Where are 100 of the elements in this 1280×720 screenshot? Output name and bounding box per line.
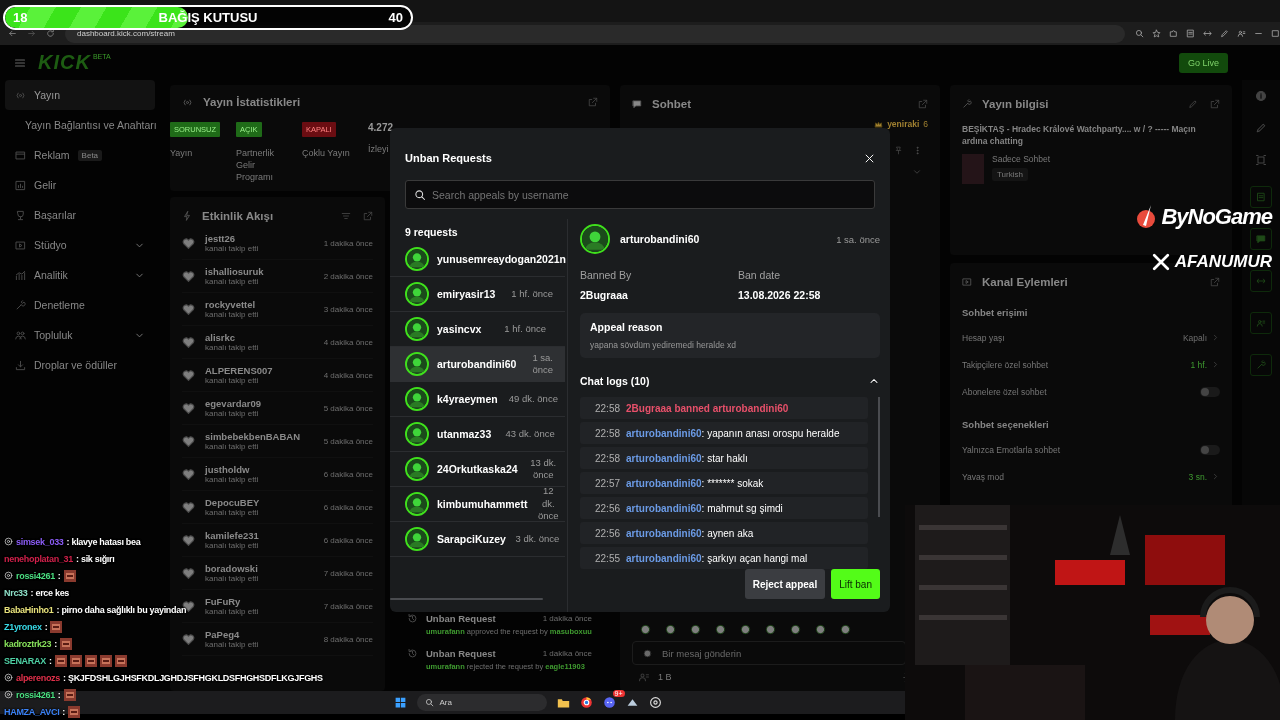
extension-icon[interactable] (1169, 29, 1178, 38)
gamepad-icon[interactable] (602, 696, 616, 709)
field-label: Ban date (738, 269, 782, 282)
emote-icon[interactable] (690, 624, 701, 635)
ban-notice: 2Bugraaa banned arturobandini60 (626, 402, 789, 414)
request-row[interactable]: emiryasir13 1 hf. önce (390, 277, 565, 312)
sidebar-subitem[interactable]: Yayın Bağlantısı ve Anahtarı (5, 110, 155, 140)
event-time: 7 dakika önce (323, 568, 373, 578)
browser-icon[interactable] (579, 696, 593, 709)
search-input[interactable]: Search appeals by username (432, 188, 866, 201)
sidebar-item[interactable]: Topluluk (5, 320, 155, 350)
event-text: kanalı takip etti (205, 640, 259, 649)
search-icon (414, 188, 426, 201)
emote-icon[interactable] (765, 624, 776, 635)
maximize-icon[interactable] (1271, 29, 1280, 38)
windows-icon[interactable] (393, 696, 407, 709)
avatar (405, 247, 429, 271)
stat-label: Çoklu Yayın (302, 146, 350, 159)
disc-icon[interactable] (648, 696, 662, 709)
sidebar-item[interactable]: Başarılar (5, 200, 155, 230)
flame-logo-icon (1136, 205, 1157, 229)
request-row[interactable]: SarapciKuzey 3 dk. önce (390, 522, 565, 557)
taskbar-search[interactable]: Ara (416, 694, 547, 711)
request-row[interactable]: kimbumuhammett 12 dk. önce (390, 487, 565, 522)
follower-name: ALPERENS007 (205, 365, 273, 376)
close-button[interactable] (864, 152, 875, 164)
emote-icon[interactable] (665, 624, 676, 635)
heart-icon (182, 434, 195, 448)
arrows-icon (1256, 276, 1266, 286)
log-time: 22:56 (595, 502, 621, 514)
sidebar-item[interactable]: Yayın (5, 80, 155, 110)
event-time: 6 dakika önce (323, 502, 373, 512)
event-time: 4 dakika önce (323, 337, 373, 347)
folder-icon[interactable] (556, 696, 570, 709)
reload-icon[interactable] (46, 29, 55, 38)
toggle-switch[interactable] (1200, 444, 1220, 455)
chat-username: kadroztrk23 (4, 638, 52, 649)
request-username: emiryasir13 (437, 288, 496, 300)
event-text: kanalı takip etti (205, 442, 260, 451)
avatar (405, 492, 429, 516)
request-row[interactable]: 24Orkutkaska24 13 dk. önce (390, 452, 565, 487)
request-username: SarapciKuzey (437, 533, 506, 545)
emote-icon[interactable] (715, 624, 726, 635)
request-row[interactable]: utanmaz33 43 dk. önce (390, 417, 565, 452)
emote-icon[interactable] (640, 624, 651, 635)
heart-icon (182, 269, 195, 283)
follower-name: egevardar09 (205, 398, 261, 409)
event-time: 8 dakika önce (323, 634, 373, 644)
emote-icon[interactable] (740, 624, 751, 635)
chat-username: alperenozs (16, 672, 61, 683)
chat-username: Z1yronex (4, 621, 42, 632)
chat-text: : (54, 638, 57, 649)
reject-button[interactable]: Reject appeal (744, 569, 826, 599)
request-row[interactable]: k4yraeymen 49 dk. önce (390, 382, 565, 417)
emote-icon[interactable] (815, 624, 826, 635)
emote-icon[interactable] (840, 624, 851, 635)
sidebar-item[interactable]: Gelir (5, 170, 155, 200)
profile-icon[interactable] (1237, 29, 1246, 38)
follower-name: FuFuRy (205, 596, 242, 607)
star-icon[interactable] (1152, 29, 1161, 38)
setting-value: Kapalı (1182, 332, 1207, 343)
request-row[interactable]: arturobandini60 1 sa. önce (390, 347, 565, 382)
studio-icon (15, 239, 26, 251)
sidebar-item[interactable]: Reklam Beta (5, 140, 155, 170)
stat-label: Yayın (170, 146, 193, 159)
follower-name: PaPeg4 (205, 629, 241, 640)
arrows-icon[interactable] (1203, 29, 1212, 38)
heart-icon (182, 236, 195, 250)
crown-icon (874, 119, 884, 129)
chat-username: Nrc33 (4, 587, 28, 598)
search-icon[interactable] (1135, 29, 1144, 38)
sidebar-item[interactable]: Stüdyo (5, 230, 155, 260)
back-icon[interactable] (8, 29, 17, 38)
chat-icon (632, 99, 642, 109)
chat-logs-title: Chat logs (10) (580, 374, 650, 387)
request-username: arturobandini60 (437, 358, 517, 370)
viewer-count: 1 B (658, 672, 672, 682)
smile-icon (643, 648, 652, 658)
document-icon[interactable] (1186, 29, 1195, 38)
toggle-switch[interactable] (1200, 386, 1220, 397)
sidebar-item[interactable]: Analitik (5, 260, 155, 290)
pencil-icon[interactable] (1220, 29, 1229, 38)
go-live-button[interactable]: Go Live (1178, 52, 1228, 73)
request-row[interactable]: yunusemreaydogan2021n (390, 242, 565, 277)
donation-current: 18 (13, 10, 28, 25)
log-time: 22:55 (595, 552, 621, 564)
event-text: kanalı takip etti (205, 541, 259, 550)
request-username: k4yraeymen (437, 393, 498, 405)
stream-title: BEŞİKTAŞ - Hradec Králové Watchparty.... w / ? ----- Maçın ardına chatting (962, 123, 1197, 148)
request-username: utanmaz33 (437, 428, 492, 440)
modal-title: Unban Requests (405, 152, 492, 164)
setting-label: Takipçilere özel sohbet (962, 359, 1048, 370)
sidebar-item[interactable]: Denetleme (5, 290, 155, 320)
ads-icon (15, 149, 26, 161)
forward-icon[interactable] (27, 29, 36, 38)
search-field[interactable]: Search appeals by username (405, 180, 875, 209)
lift-ban-button[interactable]: Lift ban (831, 569, 880, 599)
chat-text: : pirno daha sağlıklı bu yayindan (56, 604, 187, 615)
emote-icon[interactable] (790, 624, 801, 635)
sidebar-item[interactable]: Droplar ve ödüller (5, 350, 155, 380)
